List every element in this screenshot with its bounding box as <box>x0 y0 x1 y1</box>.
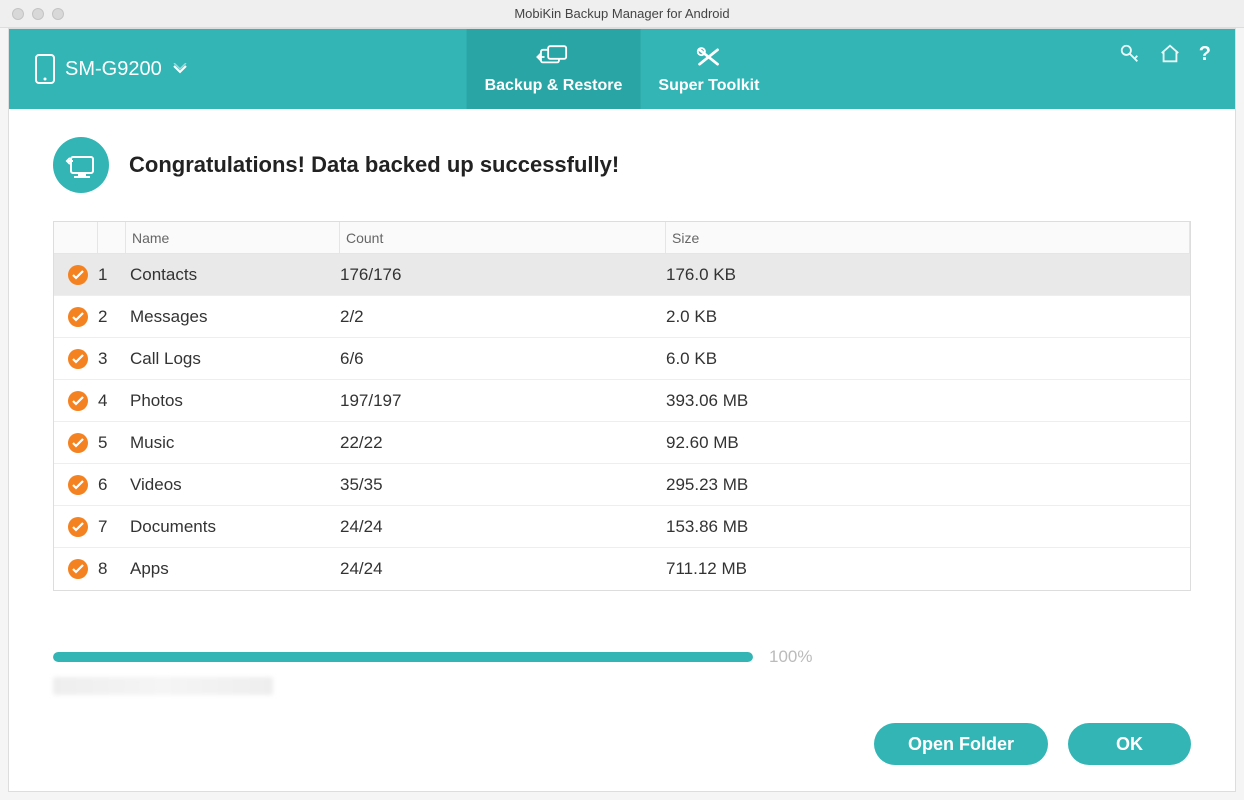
backup-restore-icon <box>535 43 571 71</box>
column-name[interactable]: Name <box>126 222 340 253</box>
row-name: Contacts <box>126 265 340 285</box>
table-row[interactable]: 1Contacts176/176176.0 KB <box>54 254 1190 296</box>
header-tools: ? <box>1119 29 1235 109</box>
row-name: Apps <box>126 559 340 579</box>
phone-icon <box>35 54 55 84</box>
table-row[interactable]: 2Messages2/22.0 KB <box>54 296 1190 338</box>
row-size: 6.0 KB <box>666 349 1190 369</box>
table-header: Name Count Size <box>54 222 1190 254</box>
nav-tabs: Backup & Restore Super Toolkit <box>467 29 778 109</box>
redacted-path <box>53 677 273 695</box>
app-header: SM-G9200 Backup & Restore Super Toolkit … <box>9 29 1235 109</box>
minimize-window-button[interactable] <box>32 8 44 20</box>
close-window-button[interactable] <box>12 8 24 20</box>
traffic-lights <box>12 8 64 20</box>
row-size: 92.60 MB <box>666 433 1190 453</box>
row-size: 153.86 MB <box>666 517 1190 537</box>
row-count: 35/35 <box>340 475 666 495</box>
check-icon <box>68 265 88 285</box>
device-label: SM-G9200 <box>65 58 162 81</box>
toolkit-icon <box>691 43 727 71</box>
tab-backup-restore[interactable]: Backup & Restore <box>467 29 641 109</box>
row-size: 711.12 MB <box>666 559 1190 579</box>
column-check <box>54 222 98 253</box>
check-icon <box>68 475 88 495</box>
table-row[interactable]: 5Music22/2292.60 MB <box>54 422 1190 464</box>
check-icon <box>68 349 88 369</box>
column-size[interactable]: Size <box>666 222 1190 253</box>
chevron-down-icon <box>172 63 188 75</box>
row-index: 8 <box>98 559 126 579</box>
row-index: 7 <box>98 517 126 537</box>
row-name: Messages <box>126 307 340 327</box>
row-index: 5 <box>98 433 126 453</box>
table-row[interactable]: 7Documents24/24153.86 MB <box>54 506 1190 548</box>
check-icon <box>68 559 88 579</box>
row-name: Documents <box>126 517 340 537</box>
row-index: 4 <box>98 391 126 411</box>
row-count: 22/22 <box>340 433 666 453</box>
backup-results-table: Name Count Size 1Contacts176/176176.0 KB… <box>53 221 1191 591</box>
progress-fill <box>53 652 753 662</box>
row-count: 2/2 <box>340 307 666 327</box>
key-icon[interactable] <box>1119 43 1141 65</box>
row-size: 393.06 MB <box>666 391 1190 411</box>
check-icon <box>68 433 88 453</box>
device-selector[interactable]: SM-G9200 <box>9 29 214 109</box>
window-titlebar: MobiKin Backup Manager for Android <box>0 0 1244 28</box>
help-icon[interactable]: ? <box>1199 43 1211 66</box>
check-icon <box>68 307 88 327</box>
column-count[interactable]: Count <box>340 222 666 253</box>
ok-button[interactable]: OK <box>1068 723 1191 765</box>
row-count: 6/6 <box>340 349 666 369</box>
row-count: 24/24 <box>340 517 666 537</box>
table-row[interactable]: 6Videos35/35295.23 MB <box>54 464 1190 506</box>
success-badge <box>53 137 109 193</box>
row-name: Music <box>126 433 340 453</box>
row-index: 2 <box>98 307 126 327</box>
zoom-window-button[interactable] <box>52 8 64 20</box>
table-body: 1Contacts176/176176.0 KB2Messages2/22.0 … <box>54 254 1190 590</box>
row-index: 1 <box>98 265 126 285</box>
table-row[interactable]: 3Call Logs6/66.0 KB <box>54 338 1190 380</box>
column-index <box>98 222 126 253</box>
progress-area: 100% <box>53 647 1191 695</box>
row-count: 197/197 <box>340 391 666 411</box>
row-size: 176.0 KB <box>666 265 1190 285</box>
tab-label: Backup & Restore <box>485 77 623 95</box>
tab-super-toolkit[interactable]: Super Toolkit <box>640 29 777 109</box>
content-area: Congratulations! Data backed up successf… <box>9 109 1235 723</box>
row-size: 2.0 KB <box>666 307 1190 327</box>
row-index: 3 <box>98 349 126 369</box>
progress-bar <box>53 652 753 662</box>
window-title: MobiKin Backup Manager for Android <box>0 6 1244 21</box>
row-count: 24/24 <box>340 559 666 579</box>
check-icon <box>68 517 88 537</box>
row-name: Photos <box>126 391 340 411</box>
backup-success-icon <box>63 147 99 183</box>
success-banner: Congratulations! Data backed up successf… <box>53 137 1191 193</box>
success-message: Congratulations! Data backed up successf… <box>129 152 619 178</box>
app-window: SM-G9200 Backup & Restore Super Toolkit … <box>8 28 1236 792</box>
progress-percent: 100% <box>769 647 812 667</box>
tab-label: Super Toolkit <box>658 77 759 95</box>
row-name: Videos <box>126 475 340 495</box>
home-icon[interactable] <box>1159 43 1181 65</box>
check-icon <box>68 391 88 411</box>
open-folder-button[interactable]: Open Folder <box>874 723 1048 765</box>
table-row[interactable]: 4Photos197/197393.06 MB <box>54 380 1190 422</box>
footer-buttons: Open Folder OK <box>9 723 1235 791</box>
row-count: 176/176 <box>340 265 666 285</box>
row-index: 6 <box>98 475 126 495</box>
table-row[interactable]: 8Apps24/24711.12 MB <box>54 548 1190 590</box>
row-size: 295.23 MB <box>666 475 1190 495</box>
row-name: Call Logs <box>126 349 340 369</box>
